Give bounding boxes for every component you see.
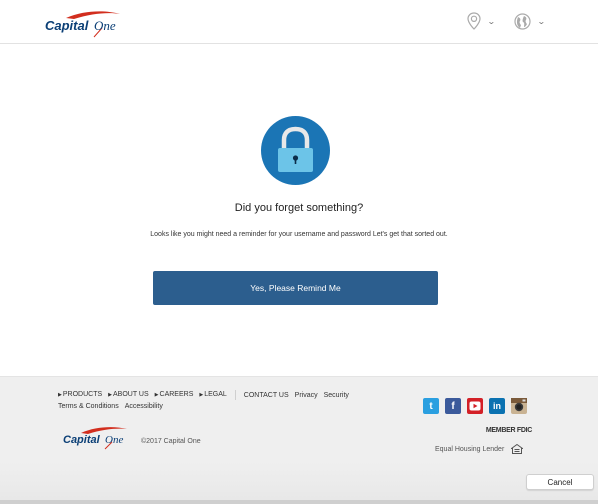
footer-link-terms[interactable]: Terms & Conditions xyxy=(58,401,119,412)
caret-right-icon: ▶ xyxy=(108,392,112,398)
instagram-icon[interactable] xyxy=(511,398,527,414)
window-bottom-edge xyxy=(0,500,598,504)
footer-link-legal[interactable]: ▶LEGAL xyxy=(199,389,226,401)
chevron-down-icon: ⌄ xyxy=(486,16,496,26)
footer-link-contact-us[interactable]: CONTACT US xyxy=(244,390,289,401)
social-links: t f in xyxy=(423,398,527,414)
svg-text:Capital: Capital xyxy=(45,18,89,33)
location-menu[interactable]: ⌄ xyxy=(467,11,503,31)
capital-one-logo[interactable]: Capital One xyxy=(44,8,126,38)
capital-one-footer-logo[interactable]: Capital One xyxy=(62,424,132,450)
facebook-icon[interactable]: f xyxy=(445,398,461,414)
footer-links-row-1: ▶PRODUCTS ▶ABOUT US ▶CAREERS ▶LEGAL CONT… xyxy=(58,389,388,401)
footer-link-about-us[interactable]: ▶ABOUT US xyxy=(108,389,149,401)
twitter-icon[interactable]: t xyxy=(423,398,439,414)
caret-right-icon: ▶ xyxy=(199,392,204,398)
caret-right-icon: ▶ xyxy=(154,392,159,398)
equal-housing-text: Equal Housing Lender xyxy=(435,445,505,453)
footer-links: ▶PRODUCTS ▶ABOUT US ▶CAREERS ▶LEGAL CONT… xyxy=(58,389,388,412)
footer-link-careers[interactable]: ▶CAREERS xyxy=(155,389,194,401)
chevron-down-icon: ⌄ xyxy=(536,16,546,26)
language-menu[interactable]: ⌄ xyxy=(514,11,550,31)
footer-link-products[interactable]: ▶PRODUCTS xyxy=(58,389,102,401)
equal-housing-icon xyxy=(511,444,524,454)
footer-link-security[interactable]: Security xyxy=(324,390,349,401)
linkedin-icon[interactable]: in xyxy=(489,398,505,414)
footer-link-accessibility[interactable]: Accessibility xyxy=(125,401,163,412)
member-fdic: MEMBER FDIC xyxy=(485,427,532,434)
footer-links-row-2: Terms & Conditions Accessibility xyxy=(58,401,388,412)
page-title: Did you forget something? xyxy=(234,202,364,214)
dialog-button-bar xyxy=(0,462,598,500)
equal-housing-lender: Equal Housing Lender xyxy=(435,444,524,454)
footer-link-privacy[interactable]: Privacy xyxy=(295,390,318,401)
copyright-text: ©2017 Capital One xyxy=(141,438,201,445)
svg-text:Capital: Capital xyxy=(63,434,101,446)
youtube-icon[interactable] xyxy=(467,398,483,414)
site-header: Capital One ⌄ ⌄ xyxy=(0,0,598,44)
padlock-icon xyxy=(261,116,330,185)
cancel-button[interactable]: Cancel xyxy=(526,474,594,490)
svg-text:One: One xyxy=(94,18,116,33)
svg-text:One: One xyxy=(105,434,123,446)
location-pin-icon xyxy=(467,12,481,30)
caret-right-icon: ▶ xyxy=(58,392,62,398)
footer-divider xyxy=(234,390,236,400)
page-description: Looks like you might need a reminder for… xyxy=(150,231,448,238)
remind-me-button[interactable]: Yes, Please Remind Me xyxy=(153,271,438,305)
globe-icon xyxy=(514,12,531,30)
